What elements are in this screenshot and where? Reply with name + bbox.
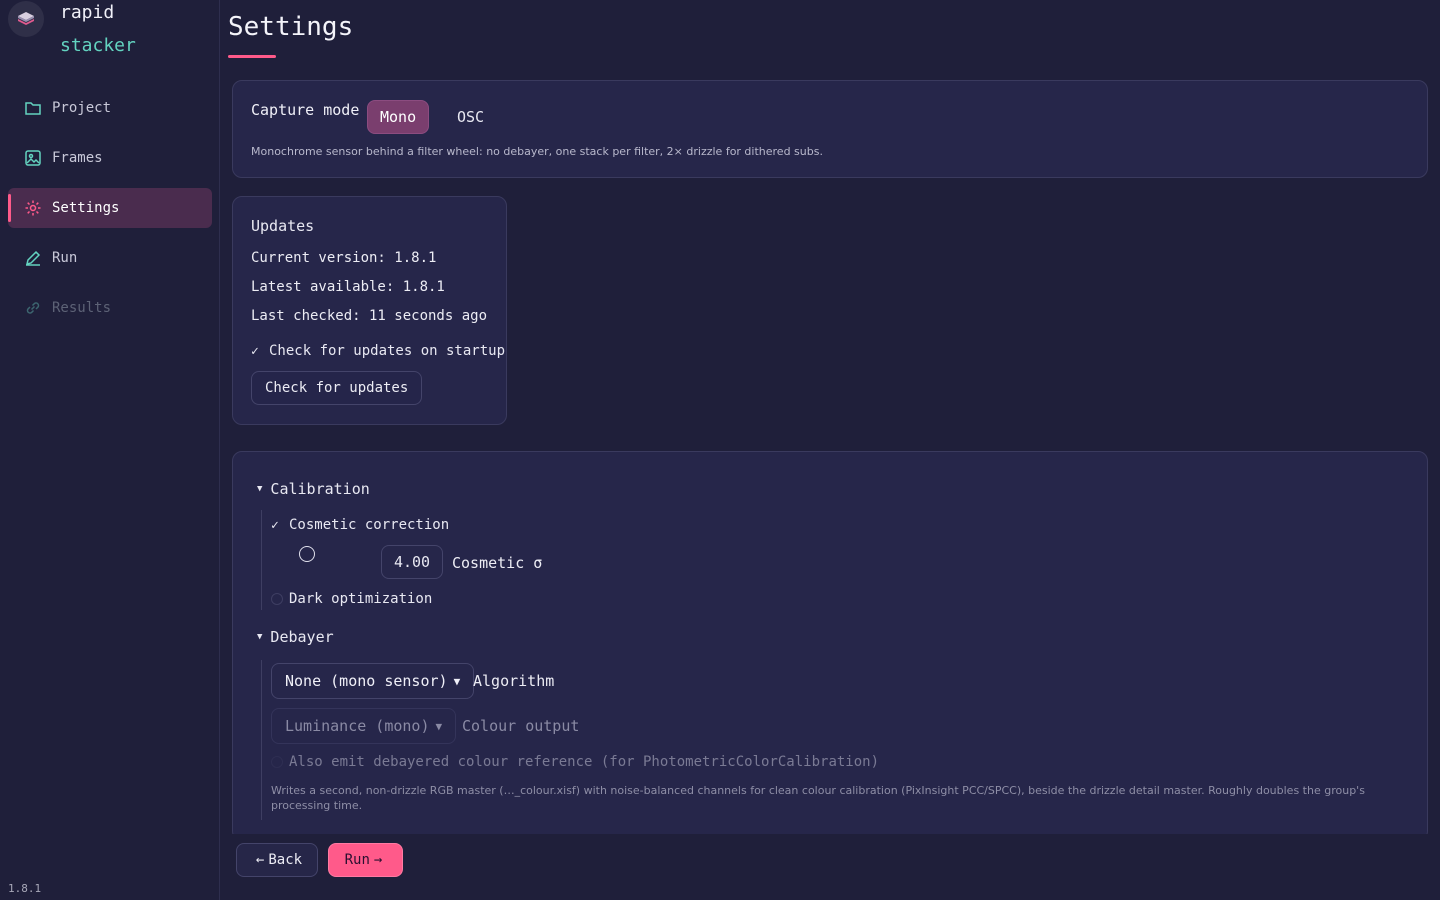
sigma-slider-handle[interactable] xyxy=(299,546,315,562)
sidebar-item-project[interactable]: Project xyxy=(8,88,212,128)
cosmetic-correction-label: Cosmetic correction xyxy=(289,517,450,533)
run-button-label: Run xyxy=(344,852,370,868)
brand-name-line2: stacker xyxy=(60,35,136,56)
capture-mode-mono-button[interactable]: Mono xyxy=(367,100,430,134)
gear-icon xyxy=(24,199,42,217)
back-button[interactable]: ← Back xyxy=(236,843,318,877)
sidebar-nav: Project Frames Settings Run Results xyxy=(8,88,212,338)
emit-colour-reference-description: Writes a second, non-drizzle RGB master … xyxy=(271,784,1365,812)
layers-logo-icon xyxy=(8,1,44,37)
sidebar-item-results: Results xyxy=(8,288,212,328)
checkmark-icon: ✓ xyxy=(251,343,259,359)
triangle-down-icon: ▼ xyxy=(257,484,263,494)
sidebar-item-settings[interactable]: Settings xyxy=(8,188,212,228)
pencil-icon xyxy=(24,249,42,267)
capture-mode-label: Capture mode xyxy=(251,101,360,119)
algorithm-select-value: None (mono sensor) xyxy=(285,672,448,690)
main-content: Settings Capture mode Mono OSC Monochrom… xyxy=(220,0,1440,900)
calibration-divider xyxy=(261,510,262,610)
capture-mode-osc-button[interactable]: OSC xyxy=(445,100,496,134)
emit-colour-reference-checkbox: Also emit debayered colour reference (fo… xyxy=(271,754,879,770)
calibration-title: Calibration xyxy=(270,480,370,498)
dark-optimization-label: Dark optimization xyxy=(289,591,433,607)
parameters-card: ▼ Calibration ✓ Cosmetic correction 4.00… xyxy=(232,451,1428,841)
debayer-title: Debayer xyxy=(270,628,334,646)
arrow-left-icon: ← xyxy=(255,852,265,868)
checkmark-icon: ✓ xyxy=(271,517,279,533)
title-underline xyxy=(228,55,276,58)
sidebar-item-label: Results xyxy=(52,300,112,316)
algorithm-label: Algorithm xyxy=(473,672,555,690)
colour-output-select-value: Luminance (mono) xyxy=(285,717,430,735)
capture-mode-description: Monochrome sensor behind a filter wheel:… xyxy=(251,145,823,158)
link-icon xyxy=(24,299,42,317)
debayer-section-toggle[interactable]: ▼ Debayer xyxy=(257,628,334,646)
sidebar-item-label: Project xyxy=(52,100,112,116)
sidebar-item-frames[interactable]: Frames xyxy=(8,138,212,178)
updates-title: Updates xyxy=(251,217,315,235)
caret-down-icon: ▼ xyxy=(453,674,461,688)
brand-name-line1: rapid xyxy=(60,2,115,23)
calibration-section-toggle[interactable]: ▼ Calibration xyxy=(257,480,370,498)
sidebar-item-run[interactable]: Run xyxy=(8,238,212,278)
sidebar-item-label: Frames xyxy=(52,150,103,166)
triangle-down-icon: ▼ xyxy=(257,632,263,642)
capture-mode-card: Capture mode Mono OSC Monochrome sensor … xyxy=(232,80,1428,178)
colour-output-select: Luminance (mono) ▼ xyxy=(271,708,457,744)
unchecked-box-icon xyxy=(271,593,283,605)
brand: rapid stacker xyxy=(8,0,208,70)
cosmetic-sigma-label: Cosmetic σ xyxy=(452,554,543,572)
current-version: Current version: 1.8.1 xyxy=(251,250,437,266)
back-button-label: Back xyxy=(268,852,303,868)
emit-colour-reference-label: Also emit debayered colour reference (fo… xyxy=(289,754,880,770)
latest-version: Latest available: 1.8.1 xyxy=(251,279,445,295)
image-icon xyxy=(24,149,42,167)
footer-actions: ← Back Run → xyxy=(220,834,1440,900)
folder-icon xyxy=(24,99,42,117)
sidebar-item-label: Settings xyxy=(52,200,120,216)
startup-check-label: Check for updates on startup xyxy=(269,343,506,359)
debayer-divider xyxy=(261,660,262,820)
sidebar: rapid stacker Project Frames Settings Ru… xyxy=(0,0,220,900)
page-title: Settings xyxy=(228,12,354,42)
last-checked: Last checked: 11 seconds ago xyxy=(251,308,488,324)
colour-output-label: Colour output xyxy=(462,717,580,735)
run-button[interactable]: Run → xyxy=(328,843,403,877)
cosmetic-sigma-input[interactable]: 4.00 xyxy=(381,545,443,579)
sidebar-item-label: Run xyxy=(52,250,78,266)
caret-down-icon: ▼ xyxy=(435,719,443,733)
arrow-right-icon: → xyxy=(373,852,383,868)
cosmetic-correction-checkbox[interactable]: ✓ Cosmetic correction xyxy=(271,517,449,533)
algorithm-select[interactable]: None (mono sensor) ▼ xyxy=(271,663,475,699)
dark-optimization-checkbox[interactable]: Dark optimization xyxy=(271,591,432,607)
updates-card: Updates Current version: 1.8.1 Latest av… xyxy=(232,196,507,425)
startup-check-checkbox[interactable]: ✓ Check for updates on startup xyxy=(251,343,505,359)
unchecked-box-icon xyxy=(271,756,283,768)
app-version: 1.8.1 xyxy=(8,882,42,895)
check-updates-button[interactable]: Check for updates xyxy=(251,371,423,405)
